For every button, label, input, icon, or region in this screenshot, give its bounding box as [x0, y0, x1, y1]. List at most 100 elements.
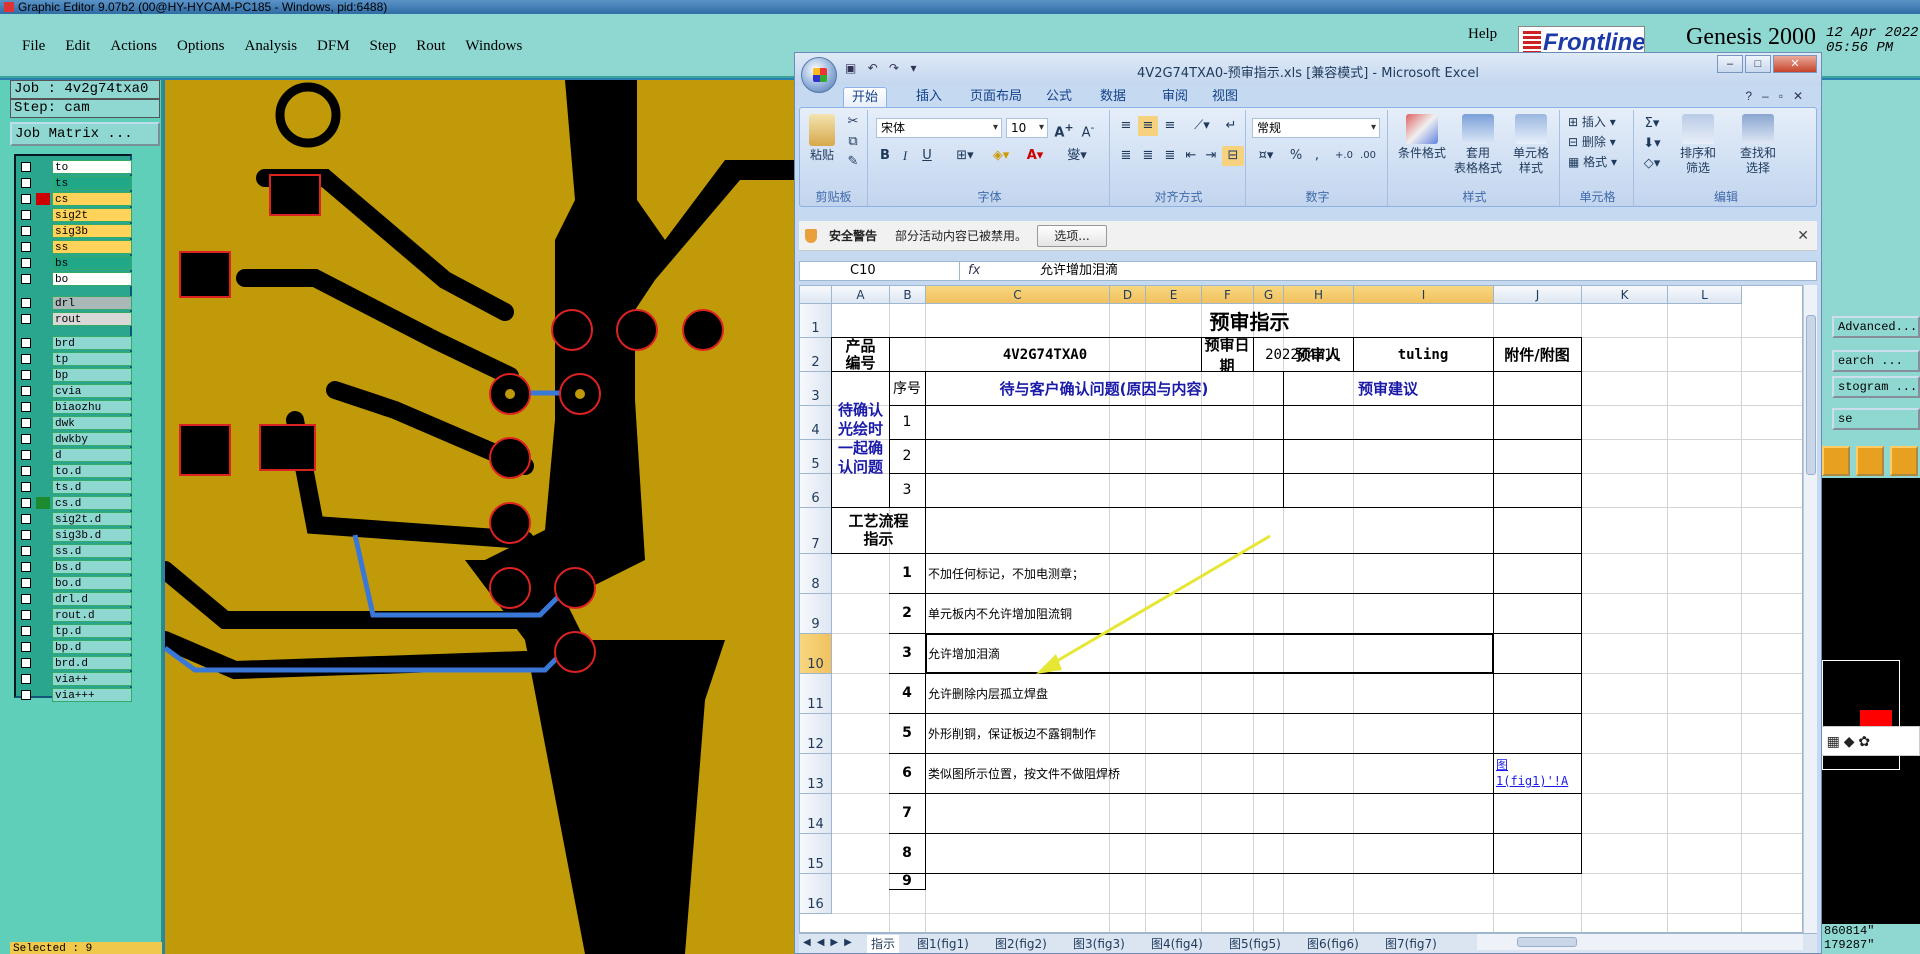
menu-rout[interactable]: Rout: [416, 38, 445, 55]
layer-row[interactable]: bp: [18, 368, 132, 382]
column-header-F[interactable]: F: [1202, 286, 1254, 304]
issue-cell[interactable]: [925, 473, 1284, 508]
sheet-tab-0[interactable]: 指示: [867, 935, 900, 953]
layer-checkbox[interactable]: [21, 626, 31, 636]
menu-windows[interactable]: Windows: [465, 38, 522, 55]
help-menu[interactable]: Help: [1468, 26, 1497, 43]
tool-icon-3[interactable]: [1890, 446, 1918, 476]
layer-row[interactable]: rout.d: [18, 608, 132, 622]
tool-icon-1[interactable]: [1822, 446, 1850, 476]
row-header-4[interactable]: 4: [800, 406, 832, 440]
process-text[interactable]: [925, 833, 1494, 874]
process-text[interactable]: 单元板内不允许增加阻流铜: [925, 593, 1494, 634]
decrease-indent-icon[interactable]: ⇤: [1182, 146, 1200, 166]
format-painter-icon[interactable]: ✎: [844, 152, 862, 172]
layer-checkbox[interactable]: [21, 466, 31, 476]
layer-row[interactable]: cvia: [18, 384, 132, 398]
tab-5[interactable]: 审阅: [1153, 87, 1197, 107]
process-header-cell[interactable]: [925, 507, 1494, 554]
fx-icon[interactable]: fx: [968, 262, 1002, 280]
layer-checkbox[interactable]: [21, 530, 31, 540]
layer-checkbox[interactable]: [21, 642, 31, 652]
select-all-corner[interactable]: [800, 286, 832, 304]
row-header-5[interactable]: 5: [800, 440, 832, 474]
pending-seq[interactable]: 3: [889, 473, 926, 508]
fill-icon[interactable]: ⬇▾: [1640, 134, 1664, 154]
align-bottom-icon[interactable]: ≡: [1160, 116, 1180, 136]
column-header-A[interactable]: A: [832, 286, 890, 304]
insert-cells-button[interactable]: ⊞ 插入 ▾: [1568, 114, 1616, 131]
process-left-cell[interactable]: [831, 553, 890, 554]
formula-input[interactable]: 允许增加泪滴: [1040, 262, 1118, 280]
font-size-select[interactable]: 10: [1006, 118, 1048, 138]
column-header-G[interactable]: G: [1254, 286, 1284, 304]
sheet-tab-4[interactable]: 图4(fig4): [1151, 935, 1203, 953]
layer-checkbox[interactable]: [21, 274, 31, 284]
layer-row[interactable]: bo: [18, 272, 132, 286]
layer-row[interactable]: brd: [18, 336, 132, 350]
layer-row[interactable]: cs.d: [18, 496, 132, 510]
sort-filter-button[interactable]: 排序和 筛选: [1670, 114, 1726, 176]
advanced-button[interactable]: Advanced...: [1832, 316, 1920, 338]
cut-icon[interactable]: ✂: [844, 112, 862, 132]
sheet-nav-arrows[interactable]: ◀◀▶▶: [803, 934, 858, 952]
tab-4[interactable]: 数据: [1091, 87, 1135, 107]
suggest-label[interactable]: 预审建议: [1283, 371, 1494, 406]
row-header-7[interactable]: 7: [800, 508, 832, 554]
process-seq[interactable]: 8: [889, 833, 926, 874]
table-format-button[interactable]: 套用 表格格式: [1450, 114, 1506, 176]
layer-row[interactable]: to: [18, 160, 132, 174]
layer-checkbox[interactable]: [21, 482, 31, 492]
layer-checkbox[interactable]: [21, 402, 31, 412]
menu-dfm[interactable]: DFM: [317, 38, 350, 55]
horizontal-scrollbar[interactable]: [1477, 934, 1803, 950]
conditional-format-button[interactable]: 条件格式: [1394, 114, 1450, 161]
office-button[interactable]: [801, 57, 837, 93]
layer-checkbox[interactable]: [21, 658, 31, 668]
process-seq[interactable]: 3: [889, 633, 926, 674]
column-header-D[interactable]: D: [1110, 286, 1146, 304]
tool-icon-2[interactable]: [1856, 446, 1884, 476]
layer-checkbox[interactable]: [21, 610, 31, 620]
layer-checkbox[interactable]: [21, 314, 31, 324]
column-header-H[interactable]: H: [1284, 286, 1354, 304]
attach-cell[interactable]: [1493, 507, 1582, 554]
layer-checkbox[interactable]: [21, 594, 31, 604]
row-header-3[interactable]: 3: [800, 372, 832, 406]
row-header-14[interactable]: 14: [800, 794, 832, 834]
maximize-icon[interactable]: □: [1745, 55, 1771, 73]
worksheet-grid[interactable]: A B C D E F G H I J K L 1 2 3 4 5 6 7 8 9 10 11 12 13 14 15 16 预审指示产…: [799, 285, 1803, 933]
process-text[interactable]: 外形削铜，保证板边不露铜制作: [925, 713, 1494, 754]
process-seq[interactable]: 4: [889, 673, 926, 714]
percent-icon[interactable]: %: [1286, 146, 1306, 166]
reviewer-label[interactable]: 预审人: [1283, 337, 1354, 372]
align-left-icon[interactable]: ≣: [1116, 146, 1136, 166]
row-header-9[interactable]: 9: [800, 594, 832, 634]
layer-row[interactable]: d: [18, 448, 132, 462]
process-text[interactable]: 不加任何标记，不加电测章；: [925, 553, 1494, 594]
layer-row[interactable]: sig3b.d: [18, 528, 132, 542]
orientation-icon[interactable]: ⟋▾: [1188, 116, 1216, 136]
layer-row[interactable]: bo.d: [18, 576, 132, 590]
layer-checkbox[interactable]: [21, 298, 31, 308]
sheet-tab-1[interactable]: 图1(fig1): [917, 935, 969, 953]
issue-cell[interactable]: [925, 439, 1284, 474]
layer-row[interactable]: tp.d: [18, 624, 132, 638]
tab-1[interactable]: 插入: [905, 87, 953, 107]
pending-seq[interactable]: 2: [889, 439, 926, 474]
layer-row[interactable]: bp.d: [18, 640, 132, 654]
layer-row[interactable]: dwk: [18, 416, 132, 430]
layer-checkbox[interactable]: [21, 578, 31, 588]
layer-checkbox[interactable]: [21, 546, 31, 556]
layer-checkbox[interactable]: [21, 450, 31, 460]
layer-row[interactable]: ts: [18, 176, 132, 190]
layer-row[interactable]: dwkby: [18, 432, 132, 446]
column-header-K[interactable]: K: [1582, 286, 1668, 304]
autosum-icon[interactable]: Σ▾: [1640, 114, 1664, 134]
layer-checkbox[interactable]: [21, 562, 31, 572]
process-seq[interactable]: 6: [889, 753, 926, 794]
process-seq[interactable]: 5: [889, 713, 926, 754]
row-header-16[interactable]: 16: [800, 874, 832, 914]
layer-row[interactable]: sig2t: [18, 208, 132, 222]
attach-cell[interactable]: [1493, 371, 1582, 406]
